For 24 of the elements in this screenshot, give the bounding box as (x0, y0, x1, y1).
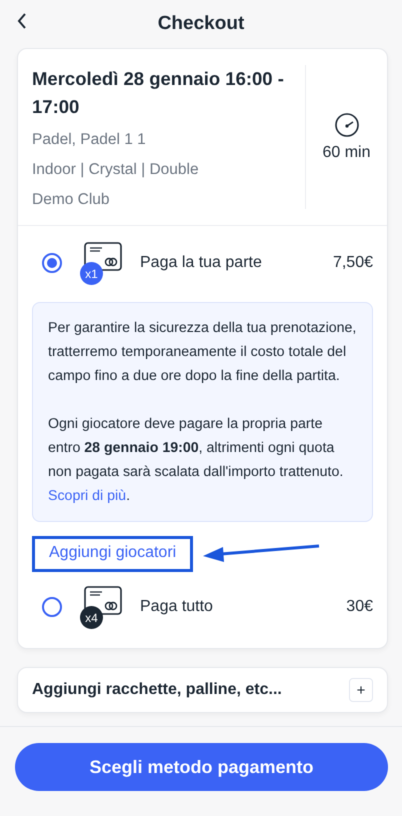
option-label: Paga tutto (140, 598, 214, 616)
booking-detail: Indoor | Crystal | Double (32, 161, 200, 179)
option-price: 7,50€ (332, 254, 373, 272)
radio-button[interactable] (42, 597, 62, 617)
info-paragraph: Per garantire la sicurezza della tua prenotazione, tratterremo temporaneamente il costo totale del campo fino a due ore dopo la fine della partita. (48, 319, 357, 386)
add-button[interactable]: + (349, 678, 373, 702)
option-label: Paga la tua parte (140, 254, 263, 272)
page-title: Checkout (158, 13, 244, 35)
back-icon (16, 12, 28, 30)
duration: 60 min (322, 144, 371, 162)
quantity-badge: x1 (80, 262, 103, 285)
extras-card[interactable]: Aggiungi racchette, palline, etc... + (17, 667, 388, 713)
add-players-button[interactable]: Aggiungi giocatori (32, 536, 194, 572)
info-paragraph: Ogni giocatore deve pagare la propria parte entro 28 gennaio 19:00, altrimenti ogni quota non pagata sarà scalata dall'importo trattenuto. Scopri di più. (48, 415, 344, 506)
extras-label: Aggiungi racchette, palline, etc... (32, 681, 283, 699)
payment-method-button[interactable]: Scegli metodo pagamento (15, 743, 388, 791)
quantity-badge: x4 (80, 606, 103, 629)
booking-detail: Padel, Padel 1 1 (32, 131, 147, 149)
booking-title: Mercoledì 28 gennaio 16:00 - 17:00 (32, 67, 285, 119)
learn-more-link[interactable]: Scopri di più (48, 488, 126, 504)
option-price: 30€ (346, 598, 373, 616)
radio-button[interactable] (42, 253, 62, 273)
booking-detail: Demo Club (32, 191, 111, 209)
clock-icon (334, 112, 360, 138)
